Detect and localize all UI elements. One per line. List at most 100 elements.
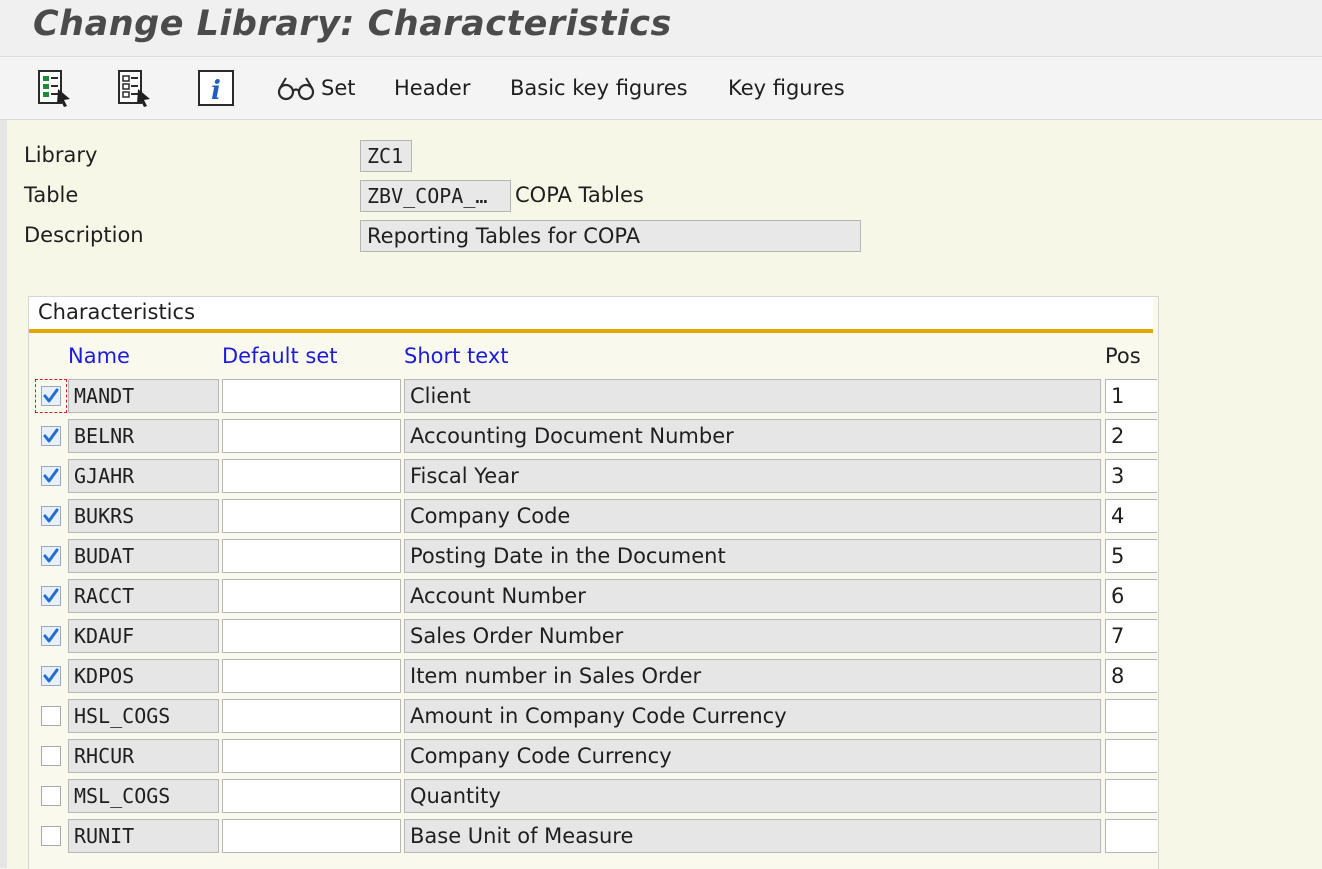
pos-input[interactable]: 3 — [1105, 459, 1157, 493]
default-set-input[interactable] — [222, 459, 401, 493]
select-all-button[interactable] — [36, 69, 76, 107]
basic-key-figures-button[interactable]: Basic key figures — [510, 69, 688, 107]
name-cell[interactable]: RACCT — [68, 579, 219, 613]
header-label: Header — [394, 76, 471, 100]
set-label: Set — [321, 76, 356, 100]
default-set-input[interactable] — [222, 659, 401, 693]
table-row: HSL_COGS Amount in Company Code Currency — [0, 698, 1322, 734]
page-title: Change Library: Characteristics — [33, 4, 672, 44]
pos-input[interactable]: 6 — [1105, 579, 1157, 613]
name-cell[interactable]: MANDT — [68, 379, 219, 413]
short-text-cell[interactable]: Base Unit of Measure — [404, 819, 1101, 853]
default-set-input[interactable] — [222, 619, 401, 653]
key-figures-button[interactable]: Key figures — [728, 69, 845, 107]
pos-input[interactable]: 2 — [1105, 419, 1157, 453]
default-set-input[interactable] — [222, 379, 401, 413]
row-checkbox[interactable] — [41, 666, 61, 686]
table-field[interactable]: ZBV_COPA_… — [360, 180, 511, 212]
short-text-cell[interactable]: Item number in Sales Order — [404, 659, 1101, 693]
name-cell[interactable]: RHCUR — [68, 739, 219, 773]
checkmark-icon — [43, 388, 59, 403]
checkmark-icon — [43, 428, 59, 443]
short-text-cell[interactable]: Quantity — [404, 779, 1101, 813]
pos-input[interactable]: 7 — [1105, 619, 1157, 653]
deselect-all-icon — [118, 70, 150, 107]
table-row: BELNR Accounting Document Number 2 — [0, 418, 1322, 454]
default-set-input[interactable] — [222, 739, 401, 773]
table-row: BUDAT Posting Date in the Document 5 — [0, 538, 1322, 574]
short-text-cell[interactable]: Posting Date in the Document — [404, 539, 1101, 573]
pos-input[interactable] — [1105, 739, 1157, 773]
name-cell[interactable]: MSL_COGS — [68, 779, 219, 813]
table-row: RUNIT Base Unit of Measure — [0, 818, 1322, 854]
table-description: COPA Tables — [515, 183, 644, 207]
pos-input[interactable] — [1105, 819, 1157, 853]
header-button[interactable]: Header — [394, 69, 470, 107]
table-row: MANDT Client 1 — [0, 378, 1322, 414]
name-cell[interactable]: GJAHR — [68, 459, 219, 493]
name-cell[interactable]: KDPOS — [68, 659, 219, 693]
short-text-cell[interactable]: Amount in Company Code Currency — [404, 699, 1101, 733]
short-text-cell[interactable]: Fiscal Year — [404, 459, 1101, 493]
column-header-default-set[interactable]: Default set — [222, 344, 338, 368]
short-text-cell[interactable]: Company Code — [404, 499, 1101, 533]
pos-input[interactable] — [1105, 779, 1157, 813]
table-row: RHCUR Company Code Currency — [0, 738, 1322, 774]
row-checkbox[interactable] — [41, 786, 61, 806]
name-cell[interactable]: HSL_COGS — [68, 699, 219, 733]
table-row: KDPOS Item number in Sales Order 8 — [0, 658, 1322, 694]
info-icon: i — [198, 70, 234, 106]
row-checkbox[interactable] — [41, 706, 61, 726]
pos-input[interactable]: 1 — [1105, 379, 1157, 413]
application-toolbar: i Set Header Basic key figures Key figur… — [0, 57, 1322, 120]
column-header-name[interactable]: Name — [68, 344, 130, 368]
glasses-icon — [277, 77, 315, 101]
pos-input[interactable]: 5 — [1105, 539, 1157, 573]
table-row: KDAUF Sales Order Number 7 — [0, 618, 1322, 654]
default-set-input[interactable] — [222, 779, 401, 813]
checkmark-icon — [43, 588, 59, 603]
name-cell[interactable]: BUKRS — [68, 499, 219, 533]
pos-input[interactable]: 4 — [1105, 499, 1157, 533]
short-text-cell[interactable]: Sales Order Number — [404, 619, 1101, 653]
row-checkbox[interactable] — [41, 466, 61, 486]
library-field[interactable]: ZC1 — [360, 140, 412, 172]
pos-input[interactable] — [1105, 699, 1157, 733]
table-label: Table — [24, 183, 79, 207]
row-checkbox[interactable] — [41, 386, 61, 406]
title-bar: Change Library: Characteristics — [0, 0, 1322, 57]
default-set-input[interactable] — [222, 579, 401, 613]
name-cell[interactable]: KDAUF — [68, 619, 219, 653]
name-cell[interactable]: BELNR — [68, 419, 219, 453]
svg-text:i: i — [211, 76, 221, 106]
pos-input[interactable]: 8 — [1105, 659, 1157, 693]
default-set-input[interactable] — [222, 819, 401, 853]
default-set-input[interactable] — [222, 699, 401, 733]
default-set-input[interactable] — [222, 499, 401, 533]
default-set-input[interactable] — [222, 539, 401, 573]
row-checkbox[interactable] — [41, 746, 61, 766]
column-header-short-text[interactable]: Short text — [404, 344, 508, 368]
row-checkbox[interactable] — [41, 506, 61, 526]
deselect-all-button[interactable] — [116, 69, 156, 107]
table-row: RACCT Account Number 6 — [0, 578, 1322, 614]
info-button[interactable]: i — [197, 69, 235, 107]
name-cell[interactable]: BUDAT — [68, 539, 219, 573]
name-cell[interactable]: RUNIT — [68, 819, 219, 853]
short-text-cell[interactable]: Accounting Document Number — [404, 419, 1101, 453]
short-text-cell[interactable]: Company Code Currency — [404, 739, 1101, 773]
table-row: BUKRS Company Code 4 — [0, 498, 1322, 534]
short-text-cell[interactable]: Account Number — [404, 579, 1101, 613]
description-label: Description — [24, 223, 144, 247]
row-checkbox[interactable] — [41, 426, 61, 446]
description-field[interactable]: Reporting Tables for COPA — [360, 220, 861, 252]
basic-key-figures-label: Basic key figures — [510, 76, 688, 100]
row-checkbox[interactable] — [41, 586, 61, 606]
row-checkbox[interactable] — [41, 626, 61, 646]
set-button[interactable]: Set — [277, 69, 355, 107]
short-text-cell[interactable]: Client — [404, 379, 1101, 413]
default-set-input[interactable] — [222, 419, 401, 453]
row-checkbox[interactable] — [41, 546, 61, 566]
checkmark-icon — [43, 468, 59, 483]
row-checkbox[interactable] — [41, 826, 61, 846]
